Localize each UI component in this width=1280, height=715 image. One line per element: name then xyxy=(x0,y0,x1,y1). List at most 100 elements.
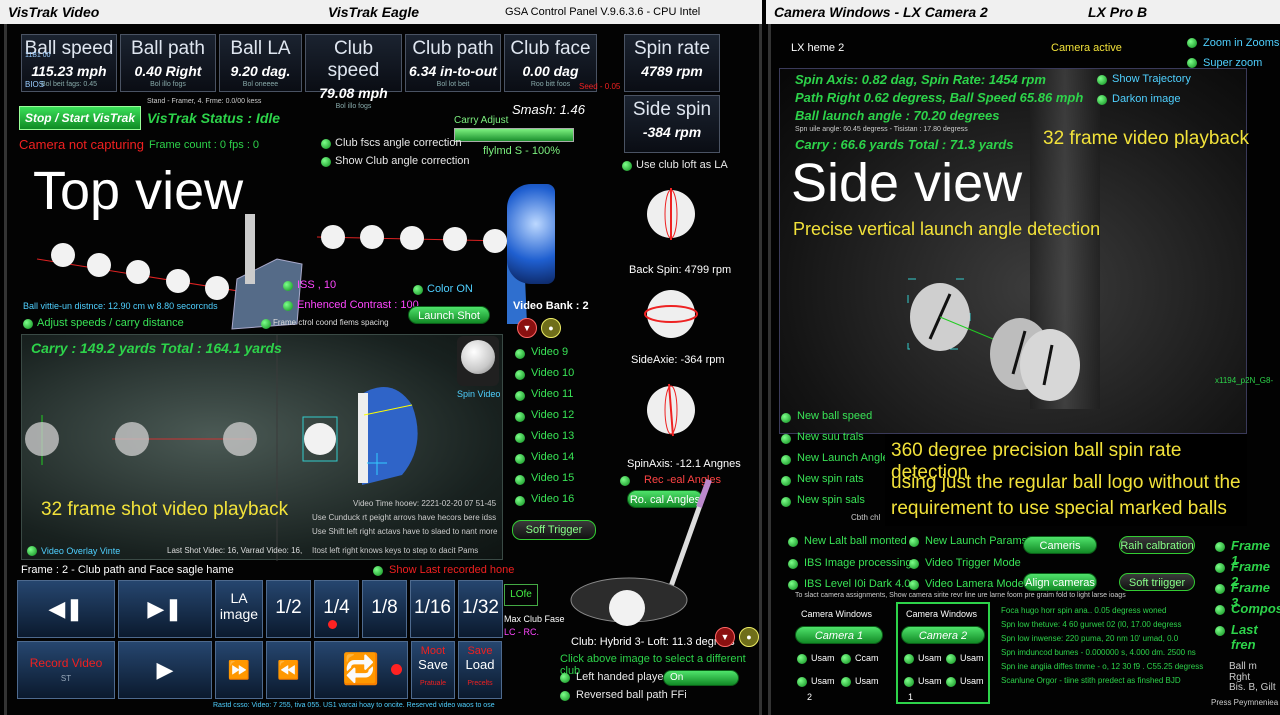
spin-video-thumb[interactable] xyxy=(457,336,499,386)
video-dot[interactable] xyxy=(515,391,525,401)
right-window-title: Camera Windows - LX Camera 2 xyxy=(774,4,988,20)
video-dot[interactable] xyxy=(515,433,525,443)
prev-frame-button[interactable]: ◀❚ xyxy=(17,580,115,638)
video-dot[interactable] xyxy=(515,349,525,359)
frame-dot[interactable] xyxy=(1215,626,1225,636)
show-traj-label: Show Trajectory xyxy=(1112,73,1191,85)
club-next-button[interactable]: ● xyxy=(739,627,759,647)
soft-triigger-button[interactable]: Soft triigger xyxy=(1119,573,1195,591)
frame-dot[interactable] xyxy=(1215,605,1225,615)
rewind-icon: ⏪ xyxy=(277,660,300,680)
ibs-image-dot[interactable] xyxy=(788,559,798,569)
lalt-dot[interactable] xyxy=(788,537,798,547)
club-image[interactable] xyxy=(569,472,719,627)
video-overlay-dot[interactable] xyxy=(27,546,37,556)
lx-home-label: LX heme 2 xyxy=(791,42,845,54)
moot-label: Moot xyxy=(420,645,446,657)
frame-item[interactable]: Compos xyxy=(1231,601,1280,616)
frame-dot[interactable] xyxy=(1215,542,1225,552)
super-zoom-dot[interactable] xyxy=(1187,58,1197,68)
camera1-button[interactable]: Camera 1 xyxy=(795,626,883,644)
camera2-button[interactable]: Camera 2 xyxy=(901,626,985,644)
start-vistrak-button[interactable]: Stop / Start VisTrak xyxy=(19,106,141,130)
frame-dot[interactable] xyxy=(1215,563,1225,573)
show-club-corr-dot[interactable] xyxy=(321,157,331,167)
align-cameras-button[interactable]: Align cameras xyxy=(1023,573,1097,591)
side-option-dot[interactable] xyxy=(781,434,791,444)
ibs-level-dot[interactable] xyxy=(788,580,798,590)
spin-text-2: using just the regular ball logo without… xyxy=(891,472,1241,493)
video-dot[interactable] xyxy=(515,370,525,380)
side-option-dot[interactable] xyxy=(781,455,791,465)
assign-info: To slact camera assignments, Show camera… xyxy=(795,592,1126,599)
video-dot[interactable] xyxy=(515,496,525,506)
show-traj-dot[interactable] xyxy=(1097,75,1107,85)
bank-prev-button[interactable]: ▼ xyxy=(517,318,537,338)
reversed-dot[interactable] xyxy=(560,691,570,701)
contrast-dot[interactable] xyxy=(283,301,293,311)
raih-button[interactable]: Raih calbration xyxy=(1119,536,1195,554)
video-dot[interactable] xyxy=(515,454,525,464)
side-option-dot[interactable] xyxy=(781,497,791,507)
video-item[interactable]: Video 14 xyxy=(531,451,574,463)
color-on-dot[interactable] xyxy=(413,285,423,295)
side-option-dot[interactable] xyxy=(781,476,791,486)
cam1-usam-dot[interactable] xyxy=(797,654,807,664)
play-button[interactable]: ▶ xyxy=(118,641,212,699)
cam2-usam4-dot[interactable] xyxy=(946,677,956,687)
la-image-button[interactable]: LA image xyxy=(215,580,263,638)
lo-button[interactable]: LOfe xyxy=(504,584,538,606)
video-item[interactable]: Video 10 xyxy=(531,367,574,379)
video-item[interactable]: Video 16 xyxy=(531,493,574,505)
club-face-corr-dot[interactable] xyxy=(321,139,331,149)
frame-item[interactable]: Last fren xyxy=(1231,622,1280,652)
last-recorded-dot[interactable] xyxy=(373,566,383,576)
cam2-usam2-dot[interactable] xyxy=(946,654,956,664)
speed-fraction-button[interactable]: 1/32 xyxy=(458,580,503,638)
side-option-dot[interactable] xyxy=(781,413,791,423)
carry-adjust-slider[interactable] xyxy=(454,128,574,142)
lc-rc-label: LC - RC. xyxy=(504,627,540,637)
cameris-button[interactable]: Cameris xyxy=(1023,536,1097,554)
left-handed-toggle[interactable]: On xyxy=(663,670,739,686)
cam2-usam-dot[interactable] xyxy=(904,654,914,664)
video-item[interactable]: Video 9 xyxy=(531,346,568,358)
video-dot[interactable] xyxy=(515,412,525,422)
speed-fraction-button[interactable]: 1/4 xyxy=(314,580,359,638)
video-item[interactable]: Video 15 xyxy=(531,472,574,484)
info-5: Spn ine angiia diffes tmme - o, 12 30 f9… xyxy=(1001,662,1204,671)
club-prev-button[interactable]: ▼ xyxy=(715,627,735,647)
video-item[interactable]: Video 12 xyxy=(531,409,574,421)
video-item[interactable]: Video 11 xyxy=(531,388,573,400)
zoom-in-dot[interactable] xyxy=(1187,38,1197,48)
video-trigger-dot[interactable] xyxy=(909,559,919,569)
fast-forward-button[interactable]: ⏩ xyxy=(215,641,263,699)
speed-fraction-button[interactable]: 1/16 xyxy=(410,580,455,638)
iss-dot[interactable] xyxy=(283,281,293,291)
speed-fraction-button[interactable]: 1/2 xyxy=(266,580,311,638)
cam1-usam2-dot[interactable] xyxy=(797,677,807,687)
vistrak-window: Ball speed 115.23 mph Bol beit fags: 0.45 B… xyxy=(4,24,762,715)
spin-rate-label: Spin rate xyxy=(633,38,711,59)
launch-shot-button[interactable]: Launch Shot xyxy=(408,306,490,324)
darken-dot[interactable] xyxy=(1097,95,1107,105)
cam2-usam3-dot[interactable] xyxy=(904,677,914,687)
cam1-usam3-dot[interactable] xyxy=(841,677,851,687)
left-handed-dot[interactable] xyxy=(560,673,570,683)
record-video-button[interactable]: Record Video ST xyxy=(17,641,115,699)
speed-fraction-button[interactable]: 1/8 xyxy=(362,580,407,638)
cam1-ccam-dot[interactable] xyxy=(841,654,851,664)
rewind-button[interactable]: ⏪ xyxy=(266,641,311,699)
adjust-speeds-dot[interactable] xyxy=(23,319,33,329)
save-button[interactable]: Moot Save Pratuale xyxy=(411,641,455,699)
video-lamera-dot[interactable] xyxy=(909,580,919,590)
frame-spacing-dot[interactable] xyxy=(261,319,271,329)
video-dot[interactable] xyxy=(515,475,525,485)
frame-dot[interactable] xyxy=(1215,584,1225,594)
use-loft-dot[interactable] xyxy=(622,161,632,171)
bank-next-button[interactable]: ● xyxy=(541,318,561,338)
next-frame-button[interactable]: ▶❚ xyxy=(118,580,212,638)
video-item[interactable]: Video 13 xyxy=(531,430,574,442)
launch-params-dot[interactable] xyxy=(909,537,919,547)
load-button[interactable]: Save Load Precelts xyxy=(458,641,502,699)
